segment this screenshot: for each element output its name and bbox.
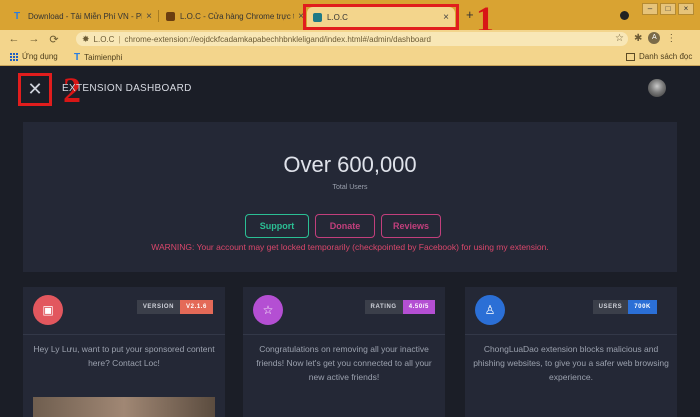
back-arrow-icon[interactable]: ← bbox=[4, 33, 24, 45]
tab-separator bbox=[158, 10, 159, 22]
media-indicator-icon[interactable] bbox=[620, 11, 629, 20]
dashboard-topbar: ✕ 2 EXTENSION DASHBOARD bbox=[0, 67, 700, 111]
bookmark-label: Taimienphi bbox=[84, 53, 123, 62]
url-text: chrome-extension://eojdckfcadamkapabechh… bbox=[124, 34, 431, 44]
badge-value: 4.50/5 bbox=[402, 300, 435, 314]
reading-list[interactable]: Danh sách đọc bbox=[626, 52, 692, 61]
profile-avatar[interactable]: A bbox=[648, 32, 661, 44]
users-card: ♙ USERS 700K ChongLuaDao extension block… bbox=[465, 287, 677, 417]
extensions-puzzle-icon[interactable]: ✱ bbox=[634, 33, 642, 44]
donate-button[interactable]: Donate bbox=[315, 214, 375, 238]
sponsor-text: Hey Ly Lưu, want to put your sponsored c… bbox=[33, 344, 215, 368]
reading-list-icon bbox=[626, 52, 635, 61]
webstore-favicon-icon bbox=[166, 11, 175, 21]
badge-key: VERSION bbox=[136, 300, 181, 314]
users-badge: USERS 700K bbox=[592, 300, 657, 314]
apps-grid-icon bbox=[10, 52, 18, 61]
total-users-label: Total Users bbox=[332, 184, 368, 191]
close-window-icon[interactable]: × bbox=[678, 3, 694, 15]
sponsor-image[interactable] bbox=[33, 397, 215, 417]
taimienphi-icon: T bbox=[74, 52, 81, 63]
badge-value: 700K bbox=[628, 300, 657, 314]
tab-strip: T Download - Tải Miễn Phí VN - Ph × L.O.… bbox=[0, 0, 700, 37]
extension-icon: ✸ bbox=[82, 33, 90, 44]
user-avatar[interactable] bbox=[648, 79, 666, 97]
taimienphi-favicon-icon: T bbox=[14, 10, 21, 22]
badge-value: V2.1.6 bbox=[180, 300, 213, 314]
rating-badge: RATING 4.50/5 bbox=[364, 300, 435, 314]
toolbar: ← → ⟳ ✸ L.O.C | chrome-extension://eojdc… bbox=[0, 30, 700, 48]
dashboard: ✕ 2 EXTENSION DASHBOARD Over 600,000 Tot… bbox=[0, 67, 700, 417]
bookmark-taimienphi[interactable]: T Taimienphi bbox=[74, 52, 122, 63]
tab-download[interactable]: T Download - Tải Miễn Phí VN - Ph × bbox=[8, 5, 158, 27]
window-controls: – □ × bbox=[642, 3, 694, 15]
congrats-text: Congratulations on removing all your ina… bbox=[256, 344, 432, 382]
menu-dots-icon[interactable]: ⋮ bbox=[666, 33, 676, 44]
bookmark-label: Danh sách đọc bbox=[639, 52, 693, 61]
address-bar[interactable]: ✸ L.O.C | chrome-extension://eojdckfcada… bbox=[76, 32, 628, 46]
bookmark-label: Ứng dụng bbox=[22, 52, 58, 61]
version-badge: VERSION V2.1.6 bbox=[136, 300, 213, 314]
card-divider bbox=[465, 334, 677, 335]
cube-icon: ▣ bbox=[33, 295, 63, 325]
tab-chrome-store[interactable]: L.O.C - Cửa hàng Chrome trực tu × bbox=[160, 5, 310, 27]
bookmark-star-icon[interactable]: ☆ bbox=[615, 33, 624, 44]
star-icon: ☆ bbox=[253, 295, 283, 325]
address-separator: | bbox=[118, 34, 121, 44]
dashboard-title: EXTENSION DASHBOARD bbox=[62, 83, 192, 94]
user-icon: ♙ bbox=[475, 295, 505, 325]
toolbar-actions: ✱ A ⋮ bbox=[634, 32, 676, 44]
hero-buttons: Support Donate Reviews bbox=[245, 214, 441, 238]
card-divider bbox=[243, 334, 445, 335]
support-button[interactable]: Support bbox=[245, 214, 309, 238]
warning-text: WARNING: Your account may get locked tem… bbox=[151, 242, 549, 252]
badge-key: RATING bbox=[364, 300, 403, 314]
tab-title: Download - Tải Miễn Phí VN - Ph bbox=[28, 11, 143, 21]
rating-card: ☆ RATING 4.50/5 Congratulations on remov… bbox=[243, 287, 445, 417]
bookmark-apps[interactable]: Ứng dụng bbox=[10, 52, 58, 61]
hero-panel: Over 600,000 Total Users Support Donate … bbox=[23, 122, 677, 272]
version-card: ▣ VERSION V2.1.6 Hey Ly Lưu, want to put… bbox=[23, 287, 225, 417]
reload-icon[interactable]: ⟳ bbox=[44, 33, 64, 46]
forward-arrow-icon[interactable]: → bbox=[24, 33, 44, 45]
step1-highlight-box bbox=[303, 4, 459, 30]
new-tab-button[interactable]: + bbox=[466, 7, 474, 22]
reviews-button[interactable]: Reviews bbox=[381, 214, 441, 238]
chongluadao-text: ChongLuaDao extension blocks malicious a… bbox=[473, 344, 669, 382]
bookmarks-bar: Ứng dụng T Taimienphi Danh sách đọc bbox=[0, 48, 700, 66]
tab-title: L.O.C - Cửa hàng Chrome trực tu bbox=[180, 11, 295, 21]
step2-highlight-box bbox=[18, 73, 52, 106]
total-users-count: Over 600,000 bbox=[283, 152, 417, 177]
tab-close-icon[interactable]: × bbox=[146, 11, 152, 22]
extension-name: L.O.C bbox=[93, 34, 115, 44]
card-divider bbox=[23, 334, 225, 335]
maximize-icon[interactable]: □ bbox=[660, 3, 676, 15]
minimize-icon[interactable]: – bbox=[642, 3, 658, 15]
badge-key: USERS bbox=[592, 300, 629, 314]
